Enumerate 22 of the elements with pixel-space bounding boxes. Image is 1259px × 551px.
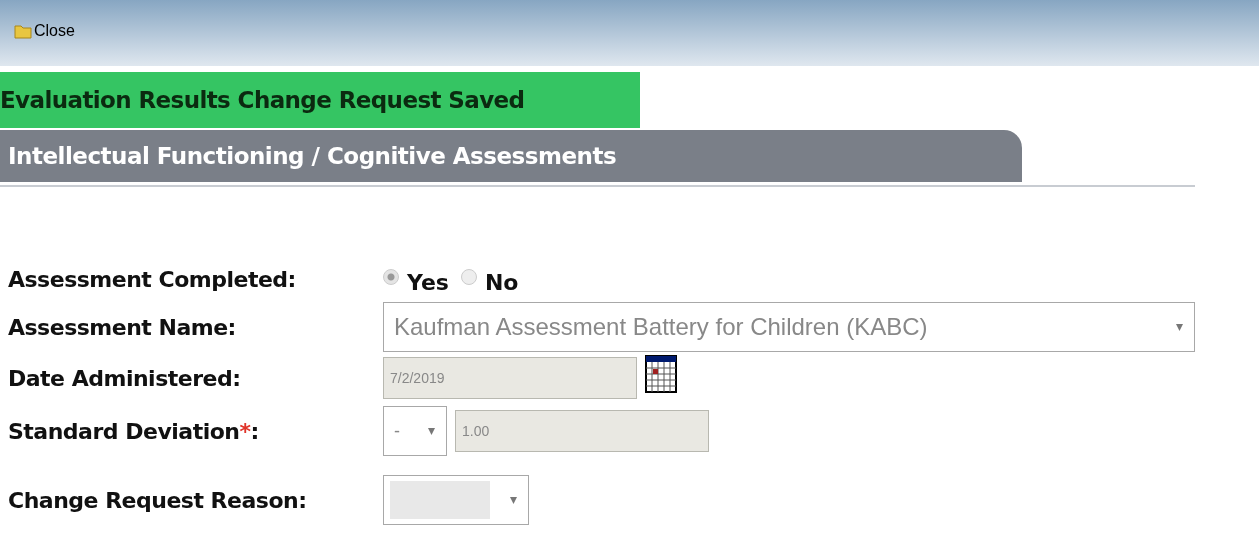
field-label: Assessment Completed:	[8, 266, 297, 292]
assessment-dropdown[interactable]: Kaufman Assessment Battery for Children (KABC)	[383, 302, 1195, 352]
field-label: Date Administered:	[8, 365, 242, 391]
radio-button[interactable]	[383, 269, 399, 285]
deviation-field[interactable]: 1.00	[455, 410, 709, 452]
caret-icon	[1175, 322, 1184, 332]
sign-dropdown[interactable]: -	[383, 406, 447, 456]
section-header: Intellectual Functioning / Cognitive Assessments	[0, 130, 1022, 182]
success-banner: Evaluation Results Change Request Saved	[0, 72, 640, 128]
calendar-icon[interactable]	[645, 355, 677, 393]
field-label: Change Request Reason:	[8, 487, 308, 513]
option-label: No	[484, 269, 519, 295]
close-button[interactable]: Close	[14, 22, 75, 40]
reason-dropdown[interactable]	[383, 475, 529, 525]
folder-icon	[14, 23, 32, 39]
field-label: Standard Deviation*:	[8, 418, 260, 444]
radio-button[interactable]	[460, 269, 477, 285]
caret-icon	[509, 495, 518, 505]
field-label: Assessment Name:	[8, 314, 237, 340]
caret-icon	[427, 426, 436, 436]
option-label: Yes	[407, 269, 449, 295]
date-field[interactable]: 7/2/2019	[383, 357, 637, 399]
